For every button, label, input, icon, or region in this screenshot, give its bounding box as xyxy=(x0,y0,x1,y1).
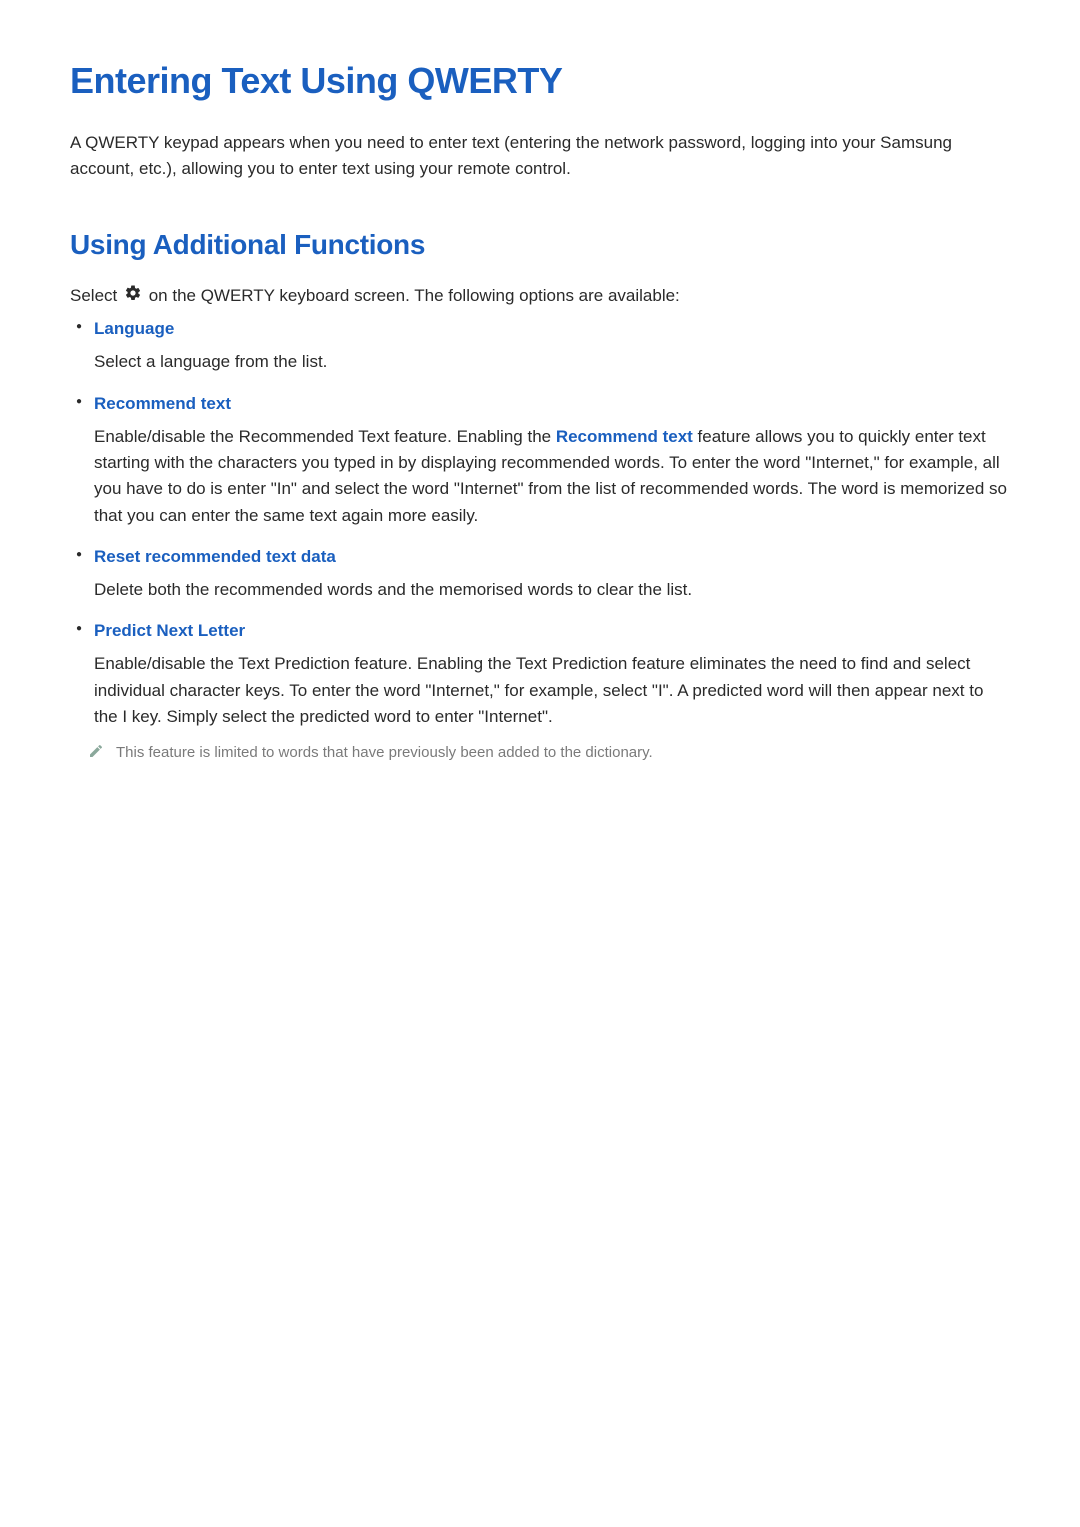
select-instruction: Select on the QWERTY keyboard screen. Th… xyxy=(70,283,1010,309)
option-title-recommend-text: Recommend text xyxy=(94,394,1010,414)
option-title-reset-data: Reset recommended text data xyxy=(94,547,1010,567)
option-title-language: Language xyxy=(94,319,1010,339)
select-text-post: on the QWERTY keyboard screen. The follo… xyxy=(144,286,680,305)
list-item: Recommend text Enable/disable the Recomm… xyxy=(94,394,1010,529)
body-pre: Enable/disable the Recommended Text feat… xyxy=(94,427,556,446)
options-list: Language Select a language from the list… xyxy=(70,319,1010,765)
option-body: Select a language from the list. xyxy=(94,349,1010,375)
list-item: Predict Next Letter Enable/disable the T… xyxy=(94,621,1010,765)
page-title: Entering Text Using QWERTY xyxy=(70,60,1010,102)
pencil-icon xyxy=(88,743,104,764)
note-text: This feature is limited to words that ha… xyxy=(116,742,653,765)
option-title-predict-next-letter: Predict Next Letter xyxy=(94,621,1010,641)
select-text-pre: Select xyxy=(70,286,122,305)
option-body: Delete both the recommended words and th… xyxy=(94,577,1010,603)
gear-icon xyxy=(124,284,142,310)
option-body: Enable/disable the Recommended Text feat… xyxy=(94,424,1010,529)
list-item: Language Select a language from the list… xyxy=(94,319,1010,375)
option-body: Enable/disable the Text Prediction featu… xyxy=(94,651,1010,730)
section-heading: Using Additional Functions xyxy=(70,229,1010,261)
note-row: This feature is limited to words that ha… xyxy=(88,742,1010,765)
body-emphasis: Recommend text xyxy=(556,427,693,446)
list-item: Reset recommended text data Delete both … xyxy=(94,547,1010,603)
intro-paragraph: A QWERTY keypad appears when you need to… xyxy=(70,130,1010,181)
